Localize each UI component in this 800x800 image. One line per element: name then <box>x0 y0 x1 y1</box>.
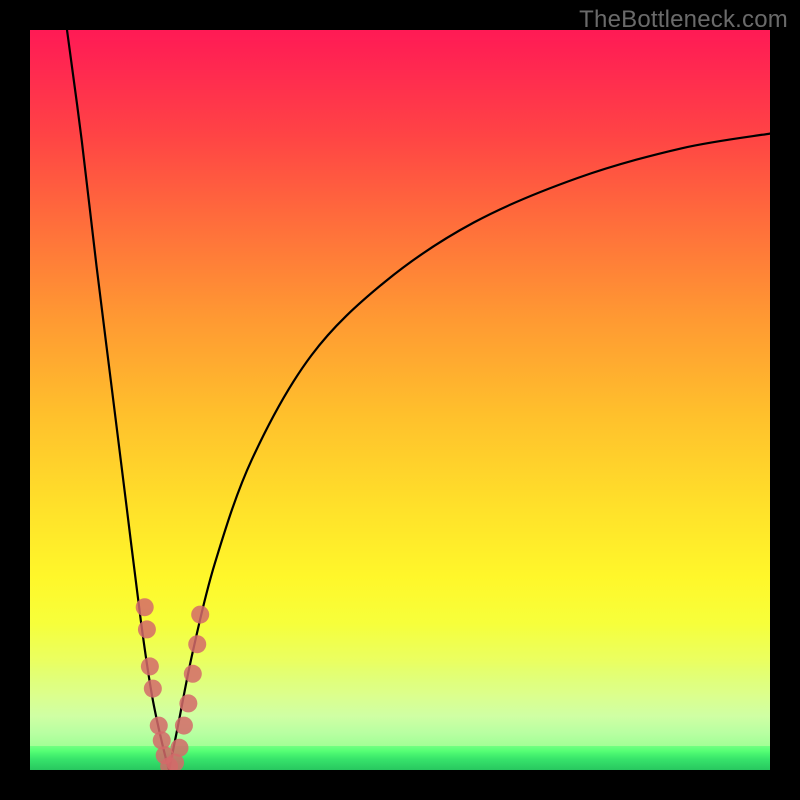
data-point-marker <box>184 665 202 683</box>
plot-area <box>30 30 770 770</box>
chart-frame: TheBottleneck.com <box>0 0 800 800</box>
data-point-marker <box>170 739 188 757</box>
bottleneck-curve <box>67 30 770 770</box>
curve-left-branch <box>67 30 169 770</box>
optimal-band <box>30 746 770 770</box>
data-point-marker <box>144 680 162 698</box>
data-point-marker <box>191 606 209 624</box>
data-point-marker <box>175 717 193 735</box>
data-point-marker <box>138 620 156 638</box>
data-point-marker <box>136 598 154 616</box>
data-point-marker <box>188 635 206 653</box>
watermark-text: TheBottleneck.com <box>579 6 788 34</box>
data-point-marker <box>153 731 171 749</box>
data-point-marker <box>141 657 159 675</box>
data-point-marker <box>156 746 174 764</box>
data-point-marker <box>150 717 168 735</box>
data-point-marker <box>179 694 197 712</box>
curve-layer <box>30 30 770 770</box>
data-point-marker <box>160 757 178 770</box>
data-point-marker <box>166 754 184 770</box>
data-point-markers <box>136 598 210 770</box>
curve-right-branch <box>169 134 770 770</box>
near-optimal-band <box>30 626 770 746</box>
